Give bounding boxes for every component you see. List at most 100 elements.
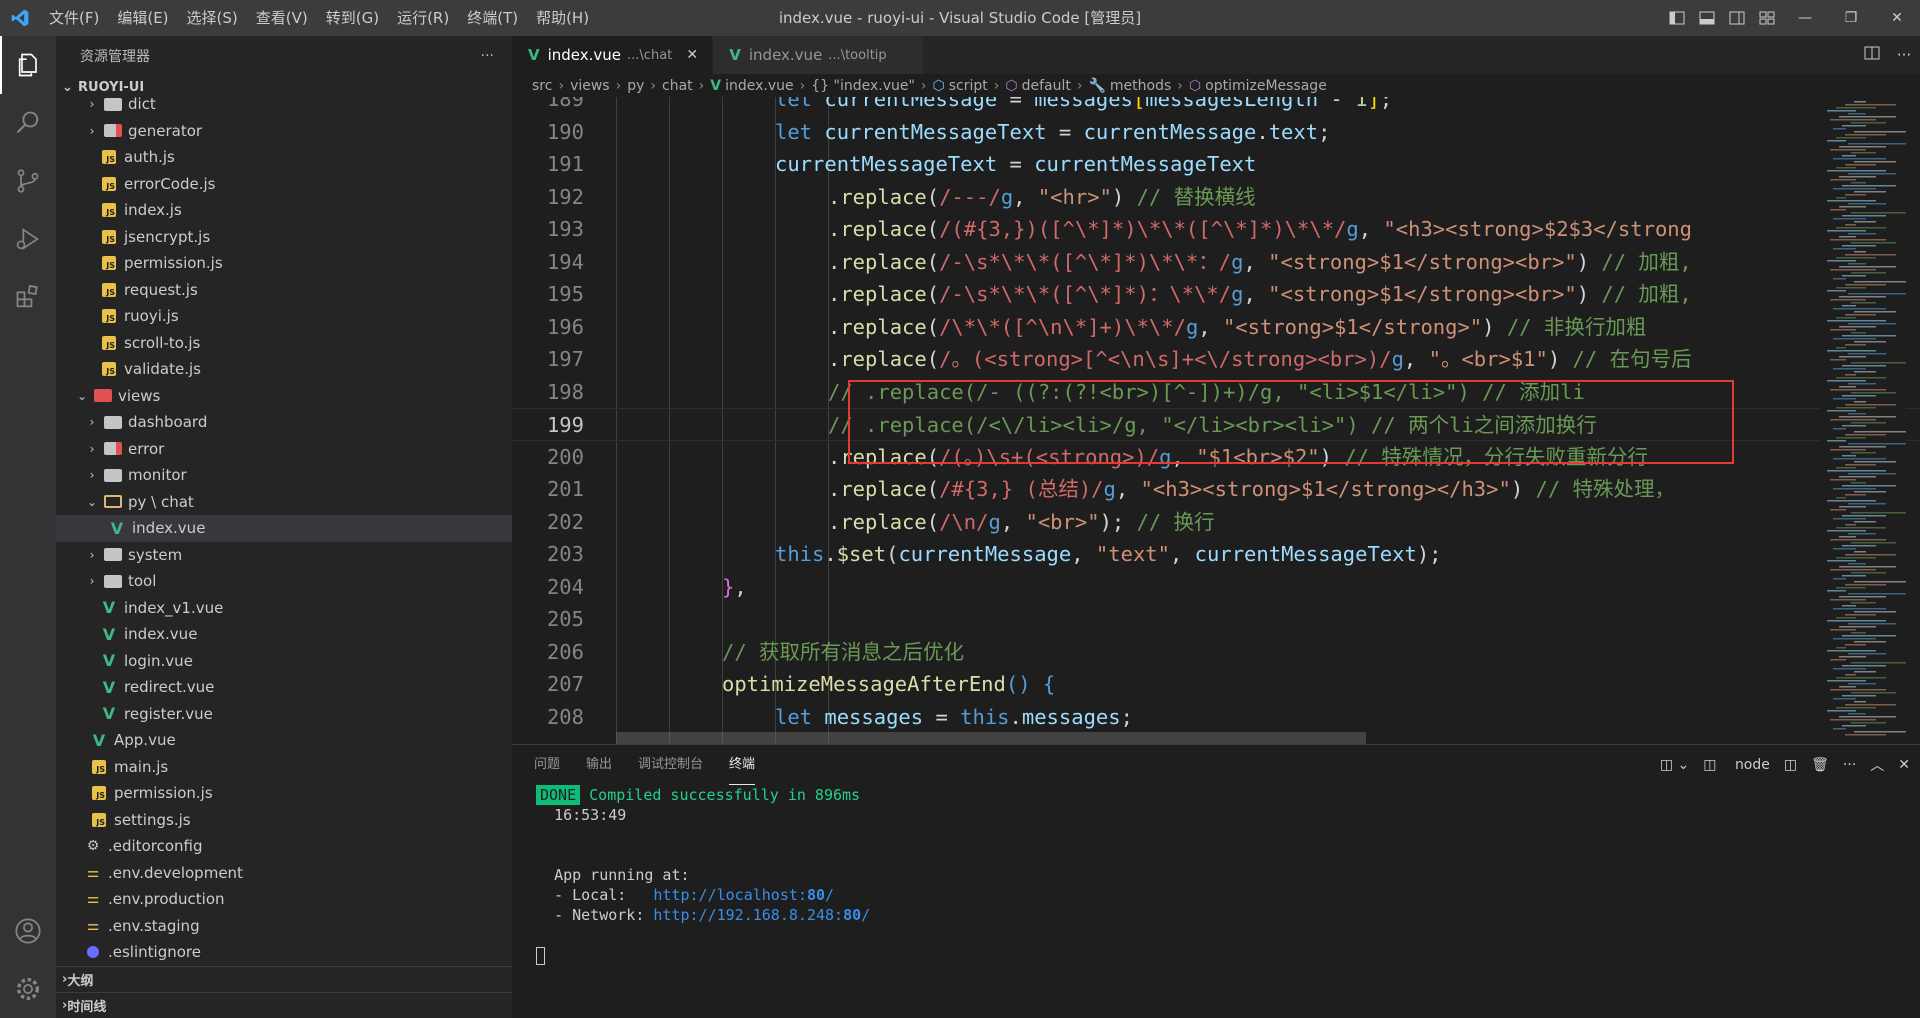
code-line[interactable]: 189 let currentMessage = messages[message… — [512, 97, 1920, 116]
network-url[interactable]: http://192.168.8.248:80/ — [653, 906, 870, 924]
toggle-secondary-sidebar-icon[interactable] — [1722, 0, 1752, 36]
breadcrumb-item[interactable]: optimizeMessage — [1205, 78, 1327, 94]
tree-item[interactable]: JS validate.js — [56, 356, 512, 383]
menu-item[interactable]: 选择(S) — [178, 0, 247, 36]
panel-tab[interactable]: 调试控制台 — [638, 745, 703, 785]
code-line[interactable]: 192 .replace(/---/g, "<hr>") // 替换横线 — [512, 181, 1920, 214]
breadcrumb-item[interactable]: src — [532, 78, 552, 94]
minimize-icon[interactable]: — — [1782, 0, 1828, 36]
customize-layout-icon[interactable] — [1752, 0, 1782, 36]
tree-item[interactable]: › error — [56, 436, 512, 463]
panel-tab[interactable]: 输出 — [586, 745, 612, 785]
extensions-icon[interactable] — [0, 268, 56, 326]
search-icon[interactable] — [0, 94, 56, 152]
more-icon[interactable]: ··· — [1843, 757, 1856, 773]
tree-item[interactable]: JS ruoyi.js — [56, 303, 512, 330]
code-line[interactable]: 202 .replace(/\n/g, "<br>"); // 换行 — [512, 506, 1920, 539]
code-line[interactable]: 208 let messages = this.messages; — [512, 701, 1920, 734]
terminal-output[interactable]: DONE Compiled successfully in 896ms 16:5… — [512, 785, 1920, 965]
vertical-scrollbar[interactable] — [1906, 97, 1920, 744]
menu-item[interactable]: 运行(R) — [388, 0, 458, 36]
tab-index-vue-chat[interactable]: V index.vue ...\chat ✕ — [512, 36, 714, 74]
account-icon[interactable] — [0, 902, 56, 960]
code-line[interactable]: 190 let currentMessageText = currentMessa… — [512, 116, 1920, 149]
breadcrumb-item[interactable]: methods — [1110, 78, 1171, 94]
tree-item[interactable]: JS permission.js — [56, 250, 512, 277]
toggle-primary-sidebar-icon[interactable] — [1662, 0, 1692, 36]
tree-item[interactable]: › system — [56, 542, 512, 569]
run-debug-icon[interactable] — [0, 210, 56, 268]
kill-terminal-icon[interactable]: 🗑 — [1811, 757, 1829, 773]
tree-item[interactable]: ⚌ .env.development — [56, 860, 512, 887]
breadcrumb-item[interactable]: chat — [662, 78, 693, 94]
breadcrumb-item[interactable]: script — [949, 78, 988, 94]
tree-item[interactable]: JS errorCode.js — [56, 171, 512, 198]
tree-item[interactable]: › generator — [56, 118, 512, 145]
panel-tab[interactable]: 问题 — [534, 745, 560, 785]
close-tab-icon[interactable]: ✕ — [684, 47, 700, 63]
breadcrumb-item[interactable]: views — [570, 78, 610, 94]
code-line[interactable]: 206 // 获取所有消息之后优化 — [512, 636, 1920, 669]
breadcrumb-item[interactable]: {} "index.vue" — [811, 78, 915, 94]
tree-item[interactable]: JS scroll-to.js — [56, 330, 512, 357]
split-terminal-dropdown-icon[interactable]: ◫ ⌄ — [1660, 757, 1689, 773]
maximize-panel-icon[interactable]: ︿ — [1870, 755, 1884, 775]
more-actions-icon[interactable]: ··· — [1888, 46, 1920, 64]
source-control-icon[interactable] — [0, 152, 56, 210]
code-line[interactable]: 196 .replace(/\*\*([^\n\*]+)\*\*/g, "<str… — [512, 311, 1920, 344]
outline-section[interactable]: › 大纲 — [56, 966, 512, 992]
tree-item[interactable]: › dashboard — [56, 409, 512, 436]
manage-gear-icon[interactable] — [0, 960, 56, 1018]
menu-item[interactable]: 文件(F) — [40, 0, 108, 36]
menu-item[interactable]: 编辑(E) — [108, 0, 177, 36]
tree-item[interactable]: JS auth.js — [56, 144, 512, 171]
tree-item[interactable]: › tool — [56, 568, 512, 595]
code-line[interactable]: 191 currentMessageText = currentMessageTe… — [512, 148, 1920, 181]
tree-item[interactable]: ⚌ .env.production — [56, 886, 512, 913]
code-line[interactable]: 203 this.$set(currentMessage, "text", cur… — [512, 538, 1920, 571]
menu-item[interactable]: 查看(V) — [247, 0, 317, 36]
restore-icon[interactable]: ❐ — [1828, 0, 1874, 36]
tree-item[interactable]: JS permission.js — [56, 780, 512, 807]
tree-item[interactable]: ⚌ .env.staging — [56, 913, 512, 940]
close-panel-icon[interactable]: ✕ — [1898, 757, 1910, 773]
breadcrumb-item[interactable]: py — [627, 78, 644, 94]
code-line[interactable]: 193 .replace(/(#{3,})([^\*]*)\*\*([^\*]*)… — [512, 213, 1920, 246]
terminal-type-icon[interactable]: ◫ node — [1703, 757, 1770, 773]
menu-item[interactable]: 转到(G) — [317, 0, 388, 36]
code-line[interactable]: 197 .replace(/。(<strong>[^<\n\s]+<\/stron… — [512, 343, 1920, 376]
tree-item[interactable]: Vindex_v1.vue — [56, 595, 512, 622]
tree-item[interactable]: ⚙ .editorconfig — [56, 833, 512, 860]
tree-item[interactable]: V App.vue — [56, 727, 512, 754]
tree-item[interactable]: .eslintignore — [56, 939, 512, 966]
split-editor-icon[interactable] — [1856, 45, 1888, 65]
menu-item[interactable]: 终端(T) — [458, 0, 527, 36]
tree-item[interactable]: JS settings.js — [56, 807, 512, 834]
tree-item[interactable]: Vindex.vue — [56, 515, 512, 542]
tree-item[interactable]: › dict — [56, 91, 512, 118]
tree-item[interactable]: JS index.js — [56, 197, 512, 224]
tree-item[interactable]: Vredirect.vue — [56, 674, 512, 701]
code-line[interactable]: 207 optimizeMessageAfterEnd() { — [512, 668, 1920, 701]
tree-item[interactable]: Vregister.vue — [56, 701, 512, 728]
horizontal-scrollbar[interactable] — [616, 732, 1366, 744]
split-terminal-icon[interactable]: ◫ — [1784, 757, 1797, 773]
tab-index-vue-tooltip[interactable]: V index.vue ...\tooltip — [713, 36, 924, 74]
timeline-section[interactable]: › 时间线 — [56, 992, 512, 1018]
menu-item[interactable]: 帮助(H) — [527, 0, 598, 36]
code-line[interactable]: 195 .replace(/-\s*\*\*([^\*]*)：\*\*/g, "<… — [512, 278, 1920, 311]
minimap[interactable] — [1820, 97, 1906, 744]
explorer-icon[interactable] — [0, 36, 56, 94]
close-window-icon[interactable]: ✕ — [1874, 0, 1920, 36]
local-url[interactable]: http://localhost:80/ — [653, 886, 834, 904]
explorer-more-icon[interactable]: ··· — [481, 48, 494, 64]
code-line[interactable]: 201 .replace(/#{3,} (总结)/g, "<h3><strong>… — [512, 473, 1920, 506]
tree-item[interactable]: Vindex.vue — [56, 621, 512, 648]
tree-item[interactable]: JS main.js — [56, 754, 512, 781]
toggle-panel-icon[interactable] — [1692, 0, 1722, 36]
tree-item[interactable]: Vlogin.vue — [56, 648, 512, 675]
code-line[interactable]: 204}, — [512, 571, 1920, 604]
tree-item[interactable]: ⌄ py \ chat — [56, 489, 512, 516]
tree-item[interactable]: JS jsencrypt.js — [56, 224, 512, 251]
tree-item[interactable]: › monitor — [56, 462, 512, 489]
